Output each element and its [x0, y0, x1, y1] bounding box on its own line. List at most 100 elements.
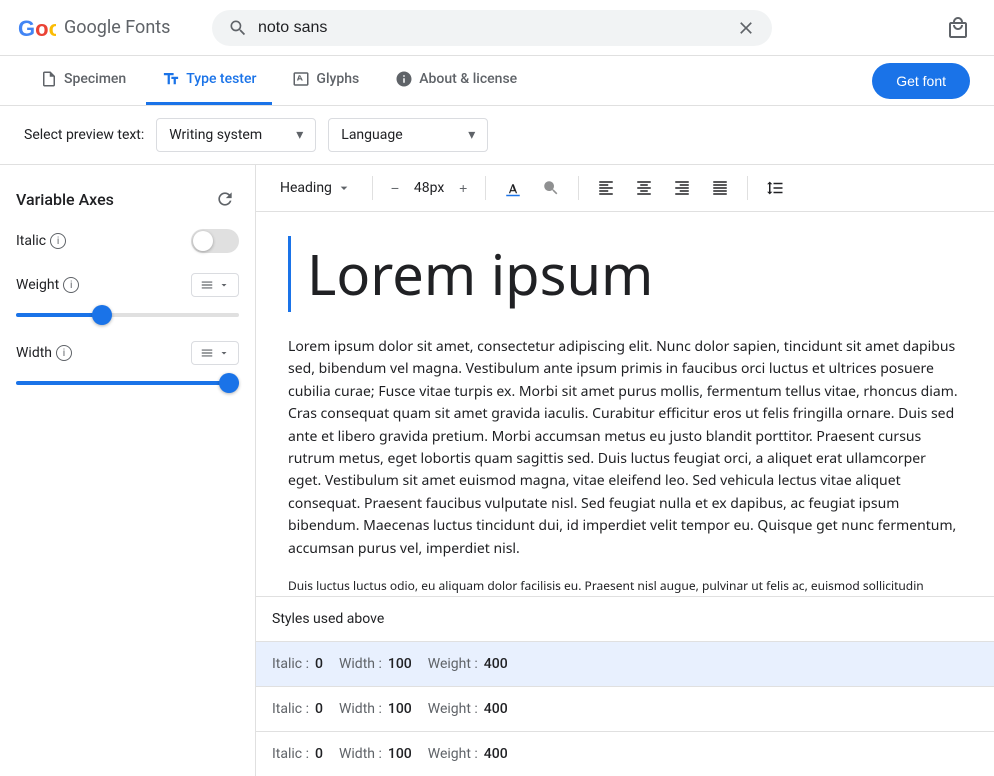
italic-info-icon[interactable]: i [50, 233, 66, 249]
style-weight-2: Weight : 400 [428, 746, 508, 762]
style-italic-2: Italic : 0 [272, 746, 323, 762]
highlight-button[interactable] [536, 173, 566, 203]
width-axis-section: Width i [16, 341, 239, 389]
clear-search-button[interactable] [736, 18, 756, 38]
width-menu-chevron-icon [218, 347, 230, 359]
text-color-icon [504, 179, 522, 197]
width-info-icon[interactable]: i [56, 345, 72, 361]
sidebar-title: Variable Axes [16, 190, 114, 209]
font-toolbar: Heading − 48px + [256, 165, 994, 212]
style-row-1: Italic : 0 Width : 100 Weight : 400 [256, 686, 994, 731]
width-label: Width i [16, 345, 191, 361]
line-spacing-button[interactable] [760, 173, 790, 203]
tab-about[interactable]: About & license [379, 56, 533, 105]
width-slider[interactable] [16, 381, 239, 385]
italic-toggle[interactable] [191, 229, 239, 253]
tab-type-tester[interactable]: Type tester [146, 56, 272, 105]
toolbar-divider-4 [747, 176, 748, 200]
google-logo-icon: Google [16, 8, 56, 48]
style-weight-1: Weight : 400 [428, 701, 508, 717]
decrease-font-size-button[interactable]: − [385, 174, 405, 202]
weight-slider[interactable] [16, 313, 239, 317]
preview-controls: Select preview text: Writing system ▾ La… [0, 106, 994, 165]
main-layout: Variable Axes Italic i [0, 165, 994, 776]
weight-info-icon[interactable]: i [63, 277, 79, 293]
body-preview-1: Lorem ipsum dolor sit amet, consectetur … [288, 336, 962, 560]
header: Google Google Fonts [0, 0, 994, 56]
weight-menu-button[interactable] [191, 273, 239, 297]
logo-text: Google Fonts [64, 17, 170, 38]
toolbar-divider-3 [578, 176, 579, 200]
refresh-button[interactable] [211, 185, 239, 213]
align-right-icon [673, 179, 691, 197]
search-icon [228, 18, 248, 38]
styles-used-header: Styles used above [256, 597, 994, 641]
italic-axis-section: Italic i [16, 229, 239, 253]
align-justify-button[interactable] [705, 173, 735, 203]
text-color-button[interactable] [498, 173, 528, 203]
tab-glyphs[interactable]: Glyphs [276, 56, 375, 105]
weight-slider-container [16, 305, 239, 321]
sidebar-header: Variable Axes [16, 185, 239, 213]
get-font-button[interactable]: Get font [872, 63, 970, 99]
width-row: Width i [16, 341, 239, 365]
italic-label: Italic i [16, 233, 191, 249]
style-select-label: Heading [280, 180, 332, 196]
style-width-2: Width : 100 [339, 746, 412, 762]
language-chevron-icon: ▾ [468, 127, 475, 143]
width-menu-button[interactable] [191, 341, 239, 365]
language-value: Language [341, 127, 402, 143]
align-right-button[interactable] [667, 173, 697, 203]
sidebar: Variable Axes Italic i [0, 165, 256, 776]
highlight-icon [542, 179, 560, 197]
style-weight-0: Weight : 400 [428, 656, 508, 672]
content-area: Heading − 48px + [256, 165, 994, 776]
preview-area: Lorem ipsum Lorem ipsum dolor sit amet, … [256, 212, 994, 596]
language-dropdown[interactable]: Language ▾ [328, 118, 488, 152]
tab-type-tester-label: Type tester [186, 71, 256, 87]
style-italic-1: Italic : 0 [272, 701, 323, 717]
italic-toggle-thumb [193, 231, 213, 251]
body-preview-2: Duis luctus luctus odio, eu aliquam dolo… [288, 576, 962, 596]
toolbar-divider-1 [372, 176, 373, 200]
style-row-2: Italic : 0 Width : 100 Weight : 400 [256, 731, 994, 776]
font-size-control: − 48px + [385, 174, 473, 202]
logo-area: Google Google Fonts [16, 8, 196, 48]
align-left-button[interactable] [591, 173, 621, 203]
font-size-display: 48px [409, 180, 449, 196]
style-width-1: Width : 100 [339, 701, 412, 717]
heading-preview: Lorem ipsum [288, 236, 962, 312]
toolbar-divider-2 [485, 176, 486, 200]
tab-about-label: About & license [419, 71, 517, 87]
writing-system-dropdown[interactable]: Writing system ▾ [156, 118, 316, 152]
glyphs-icon [292, 70, 310, 88]
tab-specimen-label: Specimen [64, 71, 126, 87]
styles-used-section: Styles used above Italic : 0 Width : 100… [256, 596, 994, 776]
type-tester-icon [162, 70, 180, 88]
weight-menu-icon [200, 278, 214, 292]
align-center-button[interactable] [629, 173, 659, 203]
weight-axis-section: Weight i [16, 273, 239, 321]
italic-row: Italic i [16, 229, 239, 253]
align-center-icon [635, 179, 653, 197]
line-spacing-icon [766, 179, 784, 197]
style-row-0: Italic : 0 Width : 100 Weight : 400 [256, 641, 994, 686]
style-select-dropdown[interactable]: Heading [272, 176, 360, 200]
weight-row: Weight i [16, 273, 239, 297]
svg-text:Google: Google [18, 16, 56, 41]
writing-system-value: Writing system [169, 127, 262, 143]
header-right [938, 8, 978, 48]
weight-label: Weight i [16, 277, 191, 293]
specimen-icon [40, 70, 58, 88]
shopping-bag-button[interactable] [938, 8, 978, 48]
about-icon [395, 70, 413, 88]
style-width-0: Width : 100 [339, 656, 412, 672]
tab-specimen[interactable]: Specimen [24, 56, 142, 105]
style-italic-0: Italic : 0 [272, 656, 323, 672]
style-select-chevron-icon [336, 180, 352, 196]
width-menu-icon [200, 346, 214, 360]
search-input[interactable] [258, 19, 726, 37]
weight-menu-chevron-icon [218, 279, 230, 291]
increase-font-size-button[interactable]: + [453, 174, 473, 202]
align-justify-icon [711, 179, 729, 197]
